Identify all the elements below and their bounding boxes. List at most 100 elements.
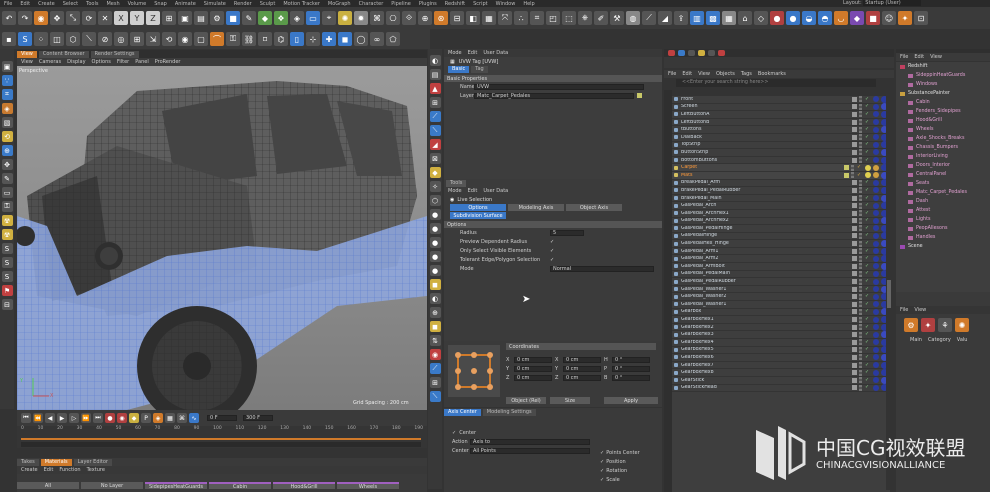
list-item[interactable]: BrakePedal_PedalRubber ✓ bbox=[672, 186, 890, 195]
sculpt-icon[interactable]: ⚒ bbox=[610, 11, 624, 25]
visibility-dots-icon[interactable] bbox=[859, 202, 862, 209]
mid-h-icon[interactable]: ⊠ bbox=[429, 153, 441, 164]
tool-f-icon[interactable]: ⌬ bbox=[274, 32, 288, 46]
prev-frame-icon[interactable]: ◀ bbox=[45, 413, 55, 423]
mid-n-icon[interactable]: ● bbox=[429, 237, 441, 248]
uv-relax-icon[interactable]: ◇ bbox=[754, 11, 768, 25]
array-icon[interactable]: ❖ bbox=[274, 11, 288, 25]
visibility-dots-icon[interactable] bbox=[859, 149, 862, 156]
layer-swatch-icon[interactable] bbox=[852, 241, 857, 247]
check-icon[interactable]: ✓ bbox=[865, 120, 873, 125]
render-settings-icon[interactable]: ⚙ bbox=[210, 11, 224, 25]
coord-field[interactable]: 0 cm bbox=[514, 365, 552, 372]
list-item[interactable]: Matc_Carpet_Pedales bbox=[896, 188, 990, 197]
material-tag-icon[interactable] bbox=[873, 111, 879, 118]
s-icon[interactable]: S bbox=[18, 32, 32, 46]
timeline-track[interactable] bbox=[21, 442, 421, 447]
material-tag-icon[interactable] bbox=[873, 149, 879, 156]
visibility-dots-icon[interactable] bbox=[859, 103, 862, 110]
keyframe-icon[interactable]: ◆ bbox=[129, 413, 139, 423]
mode-select[interactable]: Normal bbox=[550, 265, 654, 272]
check-icon[interactable]: ✓ bbox=[865, 378, 873, 383]
coord-field[interactable]: 0 ° bbox=[612, 374, 650, 381]
obj-menu-edit[interactable]: Edit bbox=[682, 71, 692, 77]
br-d-icon[interactable]: ✺ bbox=[955, 318, 969, 332]
material-tag-icon[interactable] bbox=[873, 232, 879, 239]
axis-check-row[interactable]: ✓ Scale bbox=[600, 475, 640, 484]
visibility-dots-icon[interactable] bbox=[859, 141, 862, 148]
menu-item-create[interactable]: Create bbox=[38, 1, 55, 7]
viewport-menu-panel[interactable]: Panel bbox=[135, 59, 149, 65]
snap-icon[interactable]: ⊛ bbox=[434, 11, 448, 25]
tools-menu-mode[interactable]: Mode bbox=[448, 188, 462, 194]
bevel-icon[interactable]: ◢ bbox=[658, 11, 672, 25]
loop-icon[interactable]: ⟲ bbox=[162, 32, 176, 46]
coord-field[interactable]: 0 ° bbox=[612, 356, 650, 363]
material-tag-icon[interactable] bbox=[873, 286, 879, 293]
viewport-menu-view[interactable]: View bbox=[21, 59, 33, 65]
mid-y-icon[interactable]: ⟍ bbox=[429, 391, 441, 402]
toggle-icon[interactable]: ⊡ bbox=[914, 11, 928, 25]
list-item[interactable]: Hood&Grill bbox=[896, 116, 990, 125]
check-icon[interactable]: ✓ bbox=[865, 97, 873, 102]
grid-snap-icon[interactable]: ⊞ bbox=[130, 32, 144, 46]
axis-mode-icon[interactable]: ⤧ bbox=[498, 11, 512, 25]
obj-tool-a-icon[interactable] bbox=[668, 50, 675, 56]
list-item[interactable]: Handles bbox=[896, 233, 990, 242]
coord-field[interactable]: 0 ° bbox=[612, 365, 650, 372]
layer-swatch-icon[interactable] bbox=[852, 324, 857, 330]
mid-x-icon[interactable]: ⊞ bbox=[429, 377, 441, 388]
visibility-dots-icon[interactable] bbox=[859, 362, 862, 369]
viewport-tab-0[interactable]: View bbox=[17, 51, 37, 58]
next-frame-icon[interactable]: ▷ bbox=[69, 413, 79, 423]
render-picture-icon[interactable]: ▤ bbox=[194, 11, 208, 25]
recent-tool-icon[interactable]: ✕ bbox=[98, 11, 112, 25]
check-icon[interactable]: ✓ bbox=[865, 271, 873, 276]
layer-swatch-icon[interactable] bbox=[852, 309, 857, 315]
material-tag-icon[interactable] bbox=[873, 225, 879, 232]
attr-menu-edit[interactable]: Edit bbox=[468, 50, 478, 56]
visibility-dots-icon[interactable] bbox=[859, 111, 862, 118]
layer-chip[interactable]: Wheels bbox=[337, 482, 399, 490]
s3-left-icon[interactable]: S bbox=[1, 271, 13, 282]
mid-s-icon[interactable]: ⊕ bbox=[429, 307, 441, 318]
material-tag-icon[interactable] bbox=[873, 255, 879, 262]
visibility-dots-icon[interactable] bbox=[859, 354, 862, 361]
layer-swatch-icon[interactable] bbox=[852, 111, 857, 117]
brush-left-icon[interactable]: ✎ bbox=[1, 173, 13, 184]
check-icon[interactable]: ✓ bbox=[865, 211, 873, 216]
check-icon[interactable]: ✓ bbox=[865, 142, 873, 147]
obj-tool-f-icon[interactable] bbox=[718, 50, 725, 56]
radiation-icon[interactable]: ☢ bbox=[1, 215, 13, 226]
layer-chip[interactable]: No Layer bbox=[81, 482, 143, 489]
visibility-dots-icon[interactable] bbox=[859, 240, 862, 247]
radiation2-icon[interactable]: ☢ bbox=[1, 229, 13, 240]
viewport-3d[interactable]: Perspective Y X Grid Spacing: 200 cm bbox=[17, 66, 427, 410]
menu-item-file[interactable]: File bbox=[4, 1, 12, 7]
mid-g-icon[interactable]: ◢ bbox=[429, 139, 441, 150]
apply-button[interactable]: Apply bbox=[604, 397, 658, 404]
rotate-icon[interactable]: ⟳ bbox=[82, 11, 96, 25]
layer-swatch-icon[interactable] bbox=[852, 271, 857, 277]
takes-menu-view[interactable]: View bbox=[930, 54, 942, 60]
tool-d-icon[interactable]: ⊕ bbox=[418, 11, 432, 25]
vertex-icon[interactable]: ⁘ bbox=[34, 32, 48, 46]
layer-swatch-icon[interactable] bbox=[852, 347, 857, 353]
list-item[interactable]: LeftButtonA ✓ bbox=[672, 110, 890, 119]
coord-field[interactable]: 0 cm bbox=[563, 365, 601, 372]
material-tag-icon[interactable] bbox=[873, 240, 879, 247]
mat-menu-texture[interactable]: Texture bbox=[87, 467, 105, 473]
floor-icon[interactable]: ▭ bbox=[306, 11, 320, 25]
undo-icon[interactable]: ↶ bbox=[2, 11, 16, 25]
layer-swatch-icon[interactable] bbox=[852, 149, 857, 155]
tab-options[interactable]: Options bbox=[450, 204, 506, 211]
tool-left-b-icon[interactable]: ⊟ bbox=[1, 299, 13, 310]
coord-field[interactable]: 0 cm bbox=[563, 356, 601, 363]
mid-r-icon[interactable]: ◐ bbox=[429, 293, 441, 304]
points-icon[interactable]: ∵ bbox=[1, 75, 13, 86]
check-icon[interactable]: ✓ bbox=[865, 233, 873, 238]
check-icon[interactable]: ✓ bbox=[865, 196, 873, 201]
square-sel-icon[interactable]: ◼ bbox=[338, 32, 352, 46]
check-icon[interactable]: ✓ bbox=[865, 112, 873, 117]
layer-swatch-icon[interactable] bbox=[852, 142, 857, 148]
